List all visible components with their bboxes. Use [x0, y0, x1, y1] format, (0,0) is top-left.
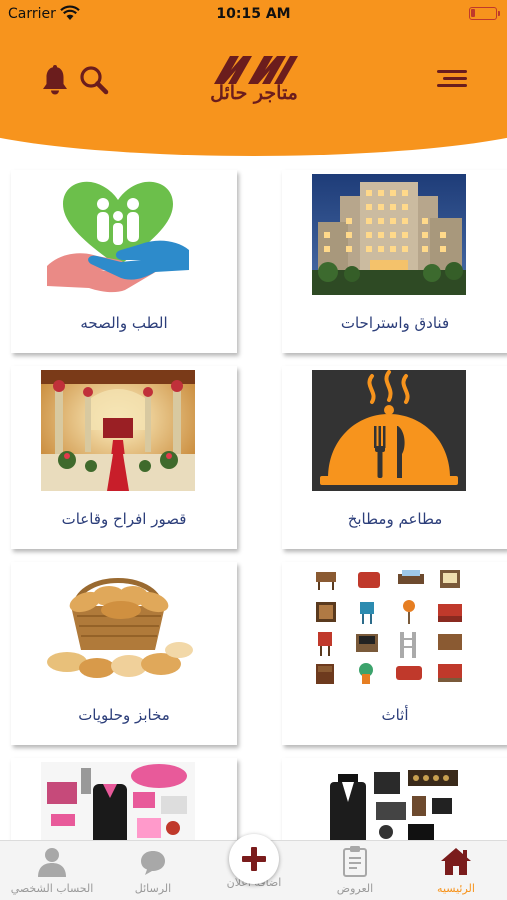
hotel-building-photo	[312, 174, 466, 295]
wedding-hall-photo	[41, 370, 195, 491]
status-time: 10:15 AM	[216, 6, 291, 22]
app-screen: Carrier 10:15 AM متاجر حائل فنادق واسترا…	[0, 0, 507, 900]
category-card-wedding-halls[interactable]: قصور افراح وقاعات	[11, 366, 237, 549]
category-label: مطاعم ومطابخ	[347, 510, 443, 528]
user-icon	[38, 848, 66, 877]
plus-icon	[242, 847, 266, 871]
category-label: قصور افراح وقاعات	[61, 510, 187, 528]
tab-home[interactable]: الرئيسيه	[406, 845, 506, 895]
category-card-bakeries[interactable]: مخابز وحلويات	[11, 562, 237, 745]
home-icon	[441, 848, 471, 875]
furniture-icons-grid	[312, 566, 466, 687]
tab-messages-label: الرسائل	[134, 882, 172, 895]
category-label: مخابز وحلويات	[78, 706, 170, 724]
battery-icon	[469, 7, 500, 20]
add-ad-button[interactable]	[229, 834, 279, 884]
category-card-restaurants[interactable]: مطاعم ومطابخ	[282, 366, 507, 549]
tab-offers[interactable]: العروض	[305, 845, 405, 895]
logo-text: متاجر حائل	[210, 82, 298, 104]
brand-logo: متاجر حائل	[204, 52, 304, 110]
tab-profile[interactable]: الحساب الشخصي	[2, 845, 102, 895]
bread-basket-photo	[41, 566, 195, 687]
menu-button[interactable]	[437, 70, 467, 91]
category-card-hotels[interactable]: فنادق واستراحات	[282, 170, 507, 353]
search-icon[interactable]	[78, 64, 110, 96]
category-card-health[interactable]: الطب والصحه	[11, 170, 237, 353]
status-bar: Carrier 10:15 AM	[0, 0, 507, 30]
category-label: فنادق واستراحات	[340, 314, 450, 332]
tab-home-label: الرئيسيه	[437, 882, 475, 895]
tab-profile-label: الحساب الشخصي	[10, 882, 94, 895]
category-label: الطب والصحه	[80, 314, 168, 332]
bell-icon[interactable]	[40, 64, 70, 96]
category-label: أثاث	[381, 706, 409, 724]
chat-bubble-icon	[141, 851, 165, 875]
clipboard-icon	[343, 846, 367, 877]
category-card-furniture[interactable]: أثاث	[282, 562, 507, 745]
tab-offers-label: العروض	[336, 882, 374, 895]
heart-hands-family-logo	[41, 174, 195, 295]
tab-messages[interactable]: الرسائل	[103, 845, 203, 895]
logo-mark	[214, 56, 298, 84]
cloche-fork-knife-icon	[312, 370, 466, 491]
